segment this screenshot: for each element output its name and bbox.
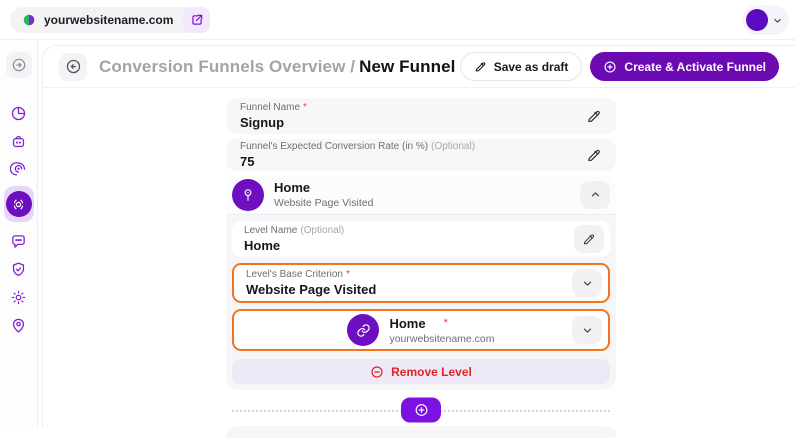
level-card: Home Website Page Visited Level Name(Opt… [226, 175, 616, 390]
sidebar-item-feedback[interactable] [6, 228, 32, 254]
gear-icon [10, 289, 27, 306]
field-label: Level's Base Criterion* [246, 269, 596, 280]
edit-level-name-button[interactable] [574, 225, 604, 253]
add-level-row [226, 398, 616, 422]
level-subtitle: Website Page Visited [274, 197, 373, 209]
spiral-signal-icon [10, 161, 27, 178]
minus-circle-icon [370, 365, 384, 379]
field-value: Signup [240, 115, 602, 130]
sidebar-toggle-button[interactable] [6, 52, 32, 78]
edit-icon [582, 232, 596, 246]
required-asterisk: * [346, 269, 350, 280]
pie-chart-icon [10, 105, 27, 122]
back-button[interactable] [59, 53, 87, 81]
conversion-rate-field[interactable]: Funnel's Expected Conversion Rate (in %)… [226, 139, 616, 171]
pencil-icon [474, 60, 487, 73]
topbar: yourwebsitename.com [0, 0, 795, 40]
page-selector-dropdown[interactable]: Home * yourwebsitename.com [232, 309, 610, 351]
chat-icon [10, 233, 27, 250]
page-expand-button[interactable] [572, 316, 602, 344]
field-label: Funnel's Expected Conversion Rate (in %)… [240, 141, 602, 152]
map-pin-icon [10, 317, 27, 334]
sidebar-item-funnels[interactable] [4, 186, 34, 222]
optional-tag: (Optional) [300, 225, 344, 236]
chevron-up-icon [589, 188, 602, 201]
sidebar-item-signals[interactable] [6, 156, 32, 182]
level-header[interactable]: Home Website Page Visited [226, 175, 616, 215]
criterion-expand-button[interactable] [572, 269, 602, 297]
arrow-right-circle-icon [11, 57, 27, 73]
plus-circle-icon [603, 60, 617, 74]
level-name-field[interactable]: Level Name(Optional) Home [232, 221, 610, 257]
site-selector-label: yourwebsitename.com [44, 13, 173, 27]
field-value: Home [244, 238, 598, 253]
site-selector[interactable]: yourwebsitename.com [10, 7, 204, 33]
shield-check-icon [10, 261, 27, 278]
chevron-down-icon [581, 324, 594, 337]
add-level-button[interactable] [401, 398, 441, 423]
edit-icon[interactable] [586, 108, 602, 124]
open-external-button[interactable] [183, 7, 210, 33]
page-header: Conversion Funnels Overview /New Funnel … [43, 46, 795, 88]
breadcrumb: Conversion Funnels Overview /New Funnel [99, 57, 456, 77]
level-base-criterion-dropdown[interactable]: Level's Base Criterion* Website Page Vis… [232, 263, 610, 303]
sidebar-item-analytics[interactable] [6, 100, 32, 126]
funnel-form: Funnel Name* Signup Funnel's Expected Co… [226, 98, 616, 438]
page-title: New Funnel [359, 57, 455, 76]
chevron-down-icon [581, 277, 594, 290]
required-asterisk: * [303, 102, 307, 113]
field-label: Level Name(Optional) [244, 225, 598, 236]
required-asterisk: * [444, 317, 448, 329]
avatar [746, 9, 768, 31]
field-value: 75 [240, 154, 602, 169]
sidebar-item-products[interactable] [6, 128, 32, 154]
save-as-draft-button[interactable]: Save as draft [460, 52, 583, 81]
field-label: Funnel Name* [240, 102, 602, 113]
collapse-level-button[interactable] [580, 181, 610, 209]
breadcrumb-parent: Conversion Funnels Overview / [99, 57, 355, 76]
sidebar-item-locations[interactable] [6, 312, 32, 338]
main-panel: Conversion Funnels Overview /New Funnel … [42, 45, 795, 427]
field-value: Website Page Visited [246, 282, 596, 297]
link-icon [347, 314, 379, 346]
edit-icon[interactable] [586, 147, 602, 163]
external-link-icon [190, 13, 204, 27]
bag-icon [10, 133, 27, 150]
plus-circle-icon [414, 403, 429, 418]
selected-page-title: Home [389, 316, 425, 331]
user-menu[interactable] [742, 5, 789, 35]
chevron-down-icon [772, 15, 783, 26]
selected-page-url: yourwebsitename.com [389, 333, 494, 345]
remove-level-button[interactable]: Remove Level [232, 359, 610, 384]
create-activate-funnel-button[interactable]: Create & Activate Funnel [590, 52, 779, 81]
funnel-name-field[interactable]: Funnel Name* Signup [226, 98, 616, 134]
site-favicon-icon [22, 13, 36, 27]
location-pin-badge-icon [232, 179, 264, 211]
sidebar-item-security[interactable] [6, 256, 32, 282]
sidebar [0, 40, 38, 427]
next-level-card-stub [226, 426, 616, 438]
optional-tag: (Optional) [431, 141, 475, 152]
funnel-scan-icon [6, 191, 32, 217]
arrow-left-circle-icon [65, 58, 82, 75]
level-title: Home [274, 180, 373, 195]
sidebar-item-settings[interactable] [6, 284, 32, 310]
